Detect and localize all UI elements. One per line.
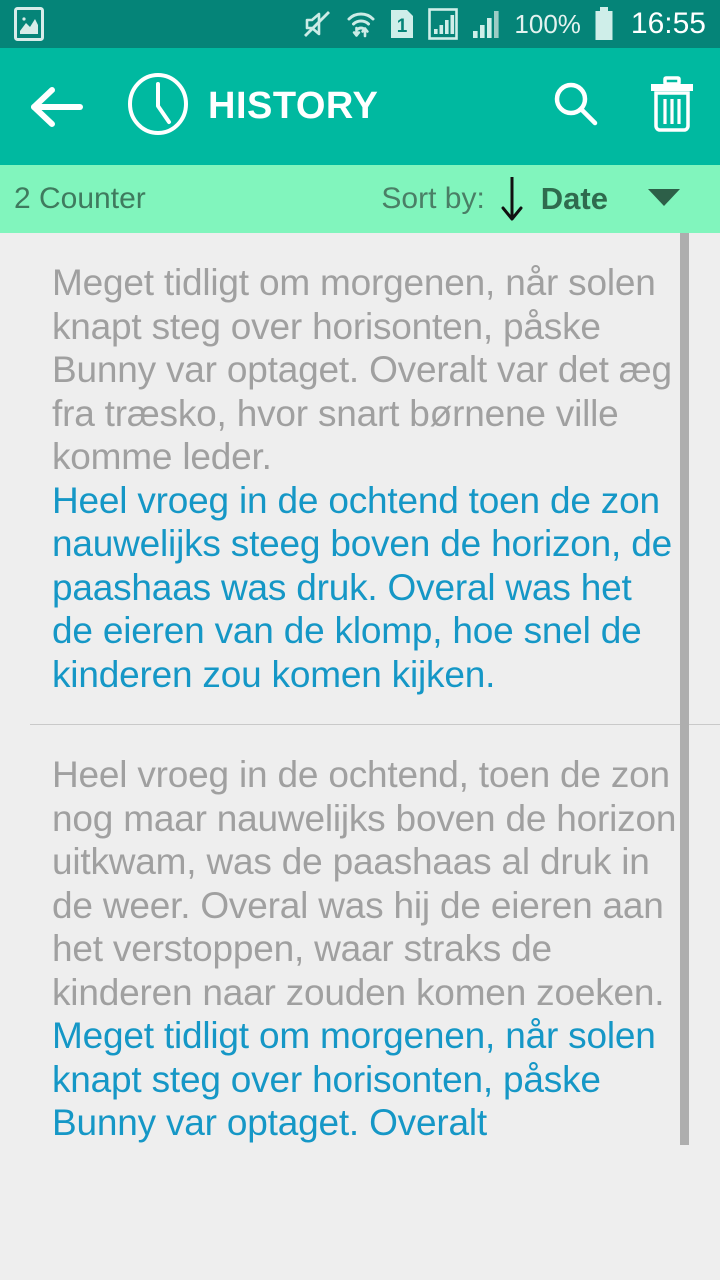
sim-icon: 1 [389,8,415,40]
status-bar-clock: 16:55 [630,7,706,40]
sort-control[interactable]: Sort by: Date [381,173,608,225]
sort-by-label: Sort by: [381,182,485,215]
list-item[interactable]: Heel vroeg in de ochtend, toen de zon no… [0,725,720,1145]
back-button[interactable] [0,48,112,165]
chevron-down-icon [647,186,681,213]
sort-value-label: Date [540,181,608,216]
counter-label: 2 Counter [14,182,146,215]
list-item[interactable]: Meget tidligt om morgenen, når solen kna… [0,233,720,725]
sort-bar: 2 Counter Sort by: Date [0,165,720,233]
action-bar: HISTORY [0,48,720,165]
sort-direction-icon[interactable] [499,173,525,225]
status-bar-right: 1 100% 16:55 [303,7,706,41]
status-bar-left [14,7,44,41]
search-button[interactable] [528,48,624,165]
history-target-text: Heel vroeg in de ochtend toen de zon nau… [52,479,672,695]
history-target-text: Meget tidligt om morgenen, når solen kna… [52,1015,656,1143]
svg-text:1: 1 [397,16,408,37]
battery-percent-label: 100% [514,9,581,39]
clock-icon [126,72,190,141]
signal-icon-2 [471,8,501,40]
wifi-icon [346,9,376,39]
battery-icon [594,7,614,41]
status-bar: 1 100% 16:55 [0,0,720,48]
search-icon [550,78,602,135]
sort-dropdown-button[interactable] [608,186,720,213]
history-source-text: Heel vroeg in de ochtend, toen de zon no… [52,754,677,1013]
page-title: HISTORY [208,85,379,127]
trash-icon [647,75,697,138]
action-bar-buttons [528,48,720,165]
delete-button[interactable] [624,48,720,165]
history-list[interactable]: Meget tidligt om morgenen, når solen kna… [0,233,720,1280]
signal-icon-1 [428,8,459,40]
history-source-text: Meget tidligt om morgenen, når solen kna… [52,262,672,477]
mute-icon [303,9,333,39]
gallery-icon [14,7,44,41]
title-group: HISTORY [126,72,378,141]
app-screen: 1 100% 16:55 HISTORY 2 Counter Sort by: … [0,0,720,1280]
